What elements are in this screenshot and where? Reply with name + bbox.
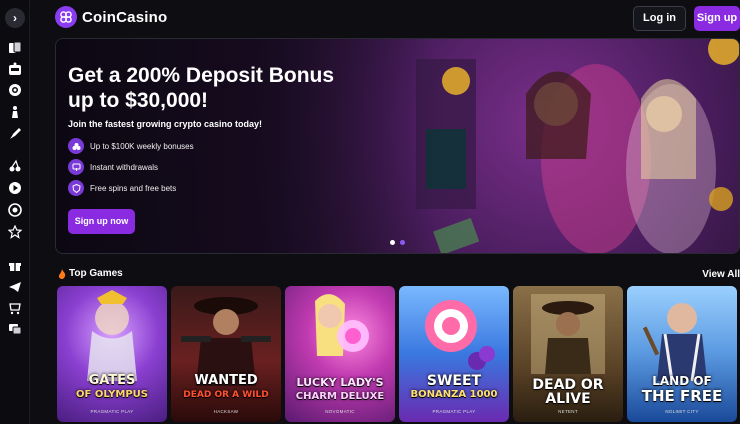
view-all-link[interactable]: View All	[702, 269, 740, 280]
game-title: SWEET BONANZA 1000	[410, 373, 498, 400]
brand-logo[interactable]: CoinCasino	[55, 6, 167, 28]
feature-item: Free spins and free bets	[68, 180, 176, 196]
game-title: LUCKY LADY'S CHARM DELUXE	[295, 376, 385, 402]
brand-name: CoinCasino	[82, 8, 168, 26]
carousel-dot[interactable]	[400, 240, 405, 245]
shield-check-icon	[68, 180, 84, 196]
feature-label: Free spins and free bets	[90, 183, 177, 193]
poker-chip-icon[interactable]	[7, 82, 23, 98]
withdraw-icon	[68, 159, 84, 175]
top-games-header: Top Games	[58, 268, 123, 279]
rocket-icon[interactable]	[7, 126, 23, 142]
promo-banner[interactable]: Get a 200% Deposit Bonus up to $30,000! …	[55, 38, 740, 254]
top-games-title: Top Games	[69, 268, 123, 279]
feature-label: Instant withdrawals	[90, 162, 159, 172]
game-title: LAND OF THE FREE	[641, 374, 723, 405]
game-card[interactable]: LUCKY LADY'S CHARM DELUXE NOVOMATIC	[285, 286, 395, 422]
chevron-right-icon: ›	[13, 11, 17, 25]
chat-icon[interactable]	[7, 321, 23, 337]
chip-icon[interactable]	[7, 202, 23, 218]
game-provider: PRAGMATIC PLAY	[90, 409, 134, 414]
game-card[interactable]: DEAD OR ALIVE NETENT	[513, 286, 623, 422]
game-provider: PRAGMATIC PLAY	[432, 409, 476, 414]
game-title: DEAD OR ALIVE	[532, 377, 604, 407]
carousel-dot-active[interactable]	[390, 240, 395, 245]
game-provider: NOLIMIT CITY	[665, 409, 699, 414]
login-button[interactable]: Log in	[633, 6, 686, 31]
gift-icon[interactable]	[7, 257, 23, 273]
telegram-icon[interactable]	[7, 279, 23, 295]
cards-icon[interactable]	[7, 40, 23, 56]
promo-title-line1: Get a 200% Deposit Bonus	[68, 64, 335, 87]
game-card[interactable]: SWEET BONANZA 1000 PRAGMATIC PLAY	[399, 286, 509, 422]
game-card[interactable]: GATES OF OLYMPUS PRAGMATIC PLAY	[57, 286, 167, 422]
cherries-icon[interactable]	[7, 158, 23, 174]
feature-item: Up to $100K weekly bonuses	[68, 138, 194, 154]
game-title: WANTED DEAD OR A WILD	[183, 373, 269, 401]
slot-machine-icon[interactable]	[7, 61, 23, 77]
promo-title: Get a 200% Deposit Bonus up to $30,000!	[68, 63, 334, 113]
sidebar: ›	[0, 0, 30, 424]
top-bar: CoinCasino Log in Sign up	[30, 0, 740, 36]
fire-icon	[58, 268, 66, 279]
feature-label: Up to $100K weekly bonuses	[90, 141, 194, 151]
star-icon[interactable]	[7, 224, 23, 240]
coins-icon	[68, 138, 84, 154]
chess-icon[interactable]	[7, 104, 23, 120]
games-row: GATES OF OLYMPUS PRAGMATIC PLAY WANTED DEA…	[57, 286, 740, 424]
promo-title-line2: up to $30,000!	[68, 89, 209, 112]
coincasino-logo-icon	[55, 6, 77, 28]
game-provider: NETENT	[558, 409, 578, 414]
signup-button[interactable]: Sign up	[694, 6, 740, 31]
signup-now-button[interactable]: Sign up now	[68, 209, 135, 234]
feature-item: Instant withdrawals	[68, 159, 158, 175]
sidebar-toggle-button[interactable]: ›	[5, 8, 25, 28]
game-provider: NOVOMATIC	[325, 409, 355, 414]
game-title: GATES OF OLYMPUS	[76, 373, 148, 401]
game-provider: HACKSAW	[213, 409, 239, 414]
carousel-dots	[390, 240, 405, 245]
game-card[interactable]: LAND OF THE FREE NOLIMIT CITY	[627, 286, 737, 422]
play-icon[interactable]	[7, 180, 23, 196]
promo-subtitle: Join the fastest growing crypto casino t…	[68, 119, 263, 129]
game-card[interactable]: WANTED DEAD OR A WILD HACKSAW	[171, 286, 281, 422]
shop-icon[interactable]	[7, 300, 23, 316]
